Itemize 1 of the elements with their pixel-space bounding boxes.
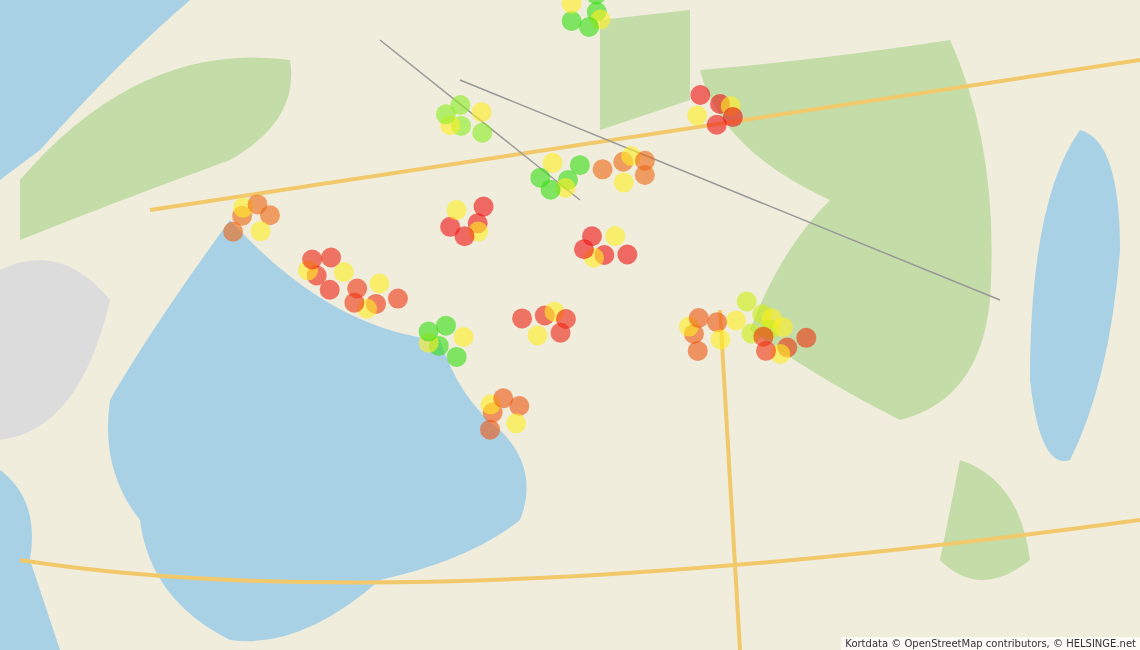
attribution-text: Kortdata © OpenStreetMap contributors, © HELSINGE.net [841,637,1140,650]
